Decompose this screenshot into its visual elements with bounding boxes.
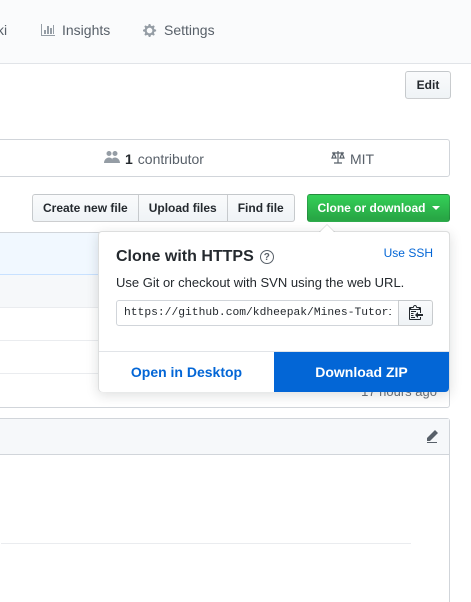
tab-settings-label: Settings bbox=[164, 22, 215, 38]
graph-icon bbox=[40, 22, 56, 38]
clone-description: Use Git or checkout with SVN using the w… bbox=[116, 275, 405, 290]
clipboard-icon bbox=[408, 304, 423, 323]
copy-url-button[interactable] bbox=[398, 300, 433, 326]
contributors-link[interactable]: 1 contributor bbox=[104, 150, 204, 167]
readme-box bbox=[0, 418, 450, 602]
create-file-button[interactable]: Create new file bbox=[32, 194, 139, 222]
repo-summary: 1 contributor MIT bbox=[0, 139, 450, 177]
question-icon[interactable]: ? bbox=[259, 250, 274, 264]
file-nav-group: Create new file Upload files Find file bbox=[32, 194, 295, 222]
tab-insights-label: Insights bbox=[62, 22, 111, 38]
clone-title: Clone with HTTPS ? bbox=[116, 248, 274, 266]
clone-footer: Open in Desktop Download ZIP bbox=[99, 351, 449, 392]
dropdown-arrow bbox=[319, 224, 335, 232]
edit-button[interactable]: Edit bbox=[405, 71, 451, 99]
people-icon bbox=[104, 150, 120, 167]
clone-dropdown: Clone with HTTPS ? Use SSH Use Git or ch… bbox=[98, 224, 450, 392]
license-link[interactable]: MIT bbox=[331, 150, 374, 167]
pencil-icon[interactable] bbox=[425, 429, 439, 446]
caret-down-icon bbox=[431, 206, 440, 210]
repo-nav: ki Insights Settings bbox=[0, 0, 471, 64]
divider bbox=[1, 543, 411, 544]
clone-title-text: Clone with HTTPS bbox=[116, 248, 254, 265]
clone-url-input[interactable] bbox=[116, 300, 399, 326]
license-label: MIT bbox=[350, 150, 375, 167]
find-file-button[interactable]: Find file bbox=[226, 194, 295, 222]
tab-wiki-label: ki bbox=[0, 22, 8, 38]
tab-wiki[interactable]: ki bbox=[0, 22, 7, 38]
clone-download-button[interactable]: Clone or download bbox=[307, 194, 450, 222]
tab-settings[interactable]: Settings bbox=[143, 22, 215, 38]
clone-download-label: Clone or download bbox=[317, 201, 426, 215]
use-ssh-link[interactable]: Use SSH bbox=[384, 246, 433, 260]
download-zip-button[interactable]: Download ZIP bbox=[274, 352, 449, 392]
upload-files-button[interactable]: Upload files bbox=[137, 194, 228, 222]
contributors-label: contributor bbox=[137, 150, 204, 167]
clone-url-group bbox=[116, 300, 433, 326]
gear-icon bbox=[143, 23, 158, 38]
open-desktop-button[interactable]: Open in Desktop bbox=[99, 352, 274, 392]
law-icon bbox=[331, 150, 345, 167]
contributors-count: 1 bbox=[125, 150, 133, 167]
tab-insights[interactable]: Insights bbox=[40, 22, 110, 38]
readme-header bbox=[0, 419, 449, 455]
